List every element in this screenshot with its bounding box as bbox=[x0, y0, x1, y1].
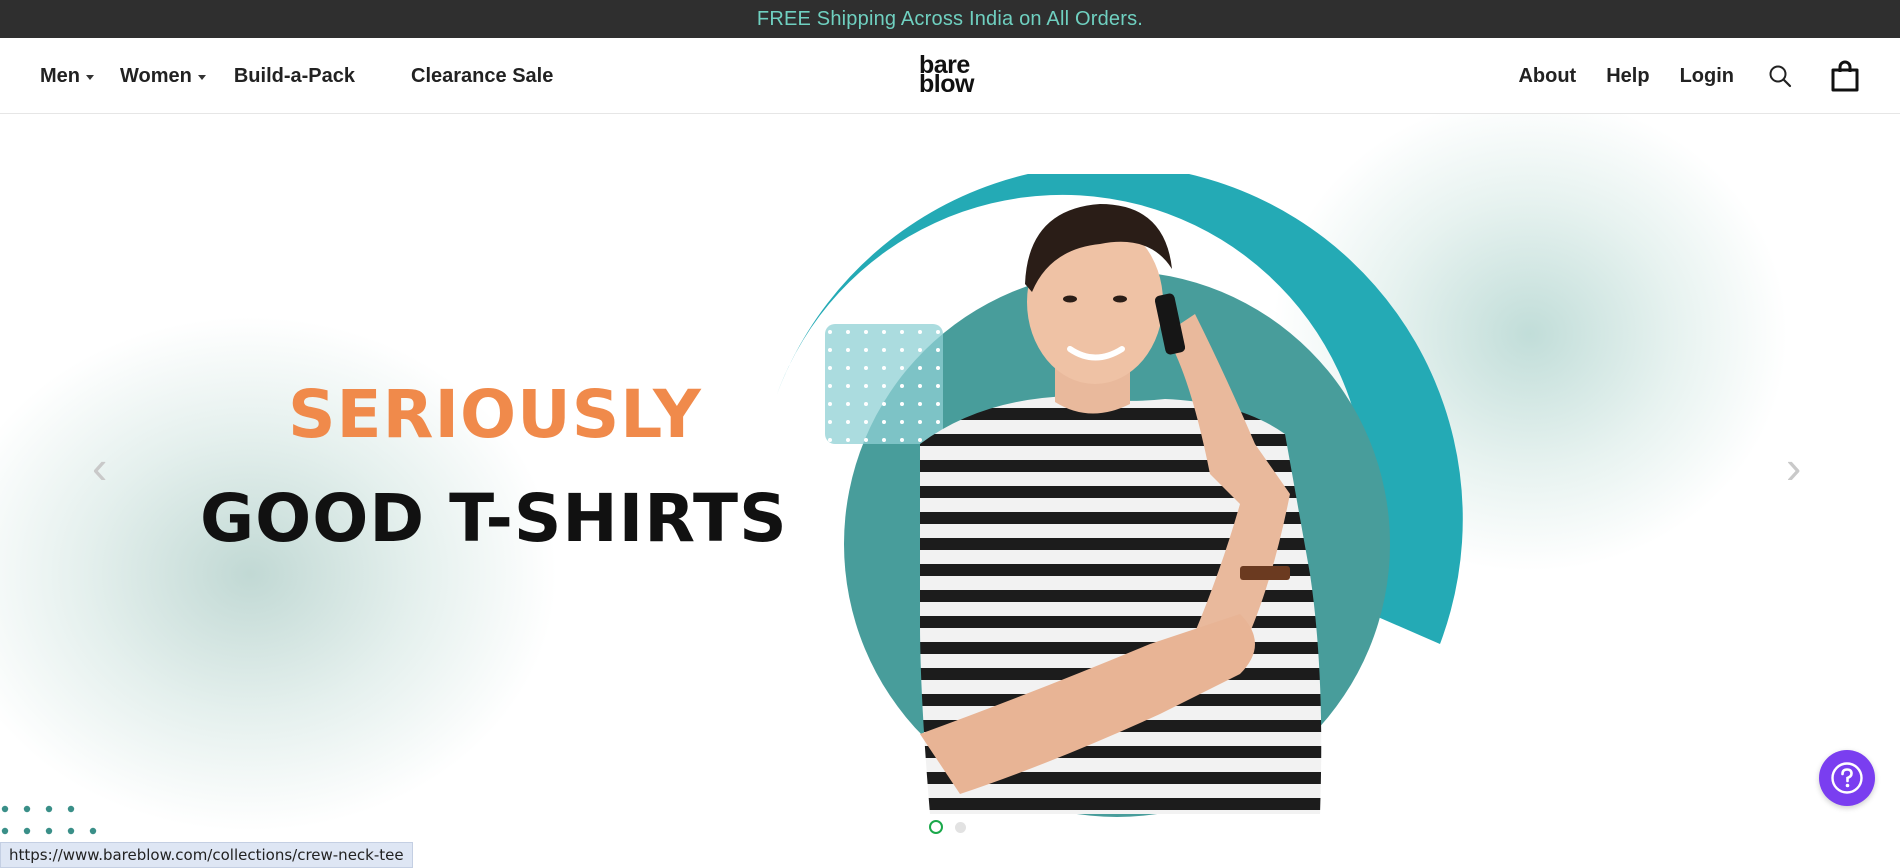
cart-icon[interactable] bbox=[1830, 60, 1860, 92]
hero-slider: SERIOUSLY GOOD T-SHIRTS ‹ › bbox=[0, 114, 1900, 868]
hero-headline-bottom: GOOD T-SHIRTS bbox=[200, 480, 788, 557]
nav-women-label: Women bbox=[120, 64, 192, 87]
nav-login-label: Login bbox=[1679, 64, 1734, 87]
secondary-nav: About Help Login bbox=[1518, 38, 1860, 114]
hero-headline-top: SERIOUSLY bbox=[288, 376, 702, 453]
chevron-down-icon bbox=[86, 74, 94, 80]
slider-prev-arrow[interactable]: ‹ bbox=[92, 444, 107, 490]
nav-clearance-sale-label: Clearance Sale bbox=[411, 64, 554, 87]
logo-line2: blow bbox=[919, 70, 974, 98]
chevron-down-icon bbox=[197, 74, 206, 80]
announcement-bar: FREE Shipping Across India on All Orders… bbox=[0, 0, 1900, 38]
primary-nav: Men Women Build-a-Pack Clearance Sale bbox=[40, 38, 553, 114]
nav-help-label: Help bbox=[1606, 64, 1650, 87]
nav-about-label: About bbox=[1518, 64, 1577, 87]
decorative-dot-grid bbox=[1, 805, 97, 835]
slider-dots bbox=[929, 820, 978, 834]
nav-help[interactable]: Help bbox=[1606, 65, 1649, 88]
site-header: Men Women Build-a-Pack Clearance Sale ba… bbox=[0, 38, 1900, 114]
nav-women[interactable]: Women bbox=[120, 65, 206, 88]
nav-men-label: Men bbox=[40, 64, 80, 87]
nav-clearance-sale[interactable]: Clearance Sale bbox=[411, 65, 553, 88]
brand-logo[interactable]: bare blow bbox=[919, 53, 985, 98]
slider-next-arrow[interactable]: › bbox=[1786, 444, 1801, 490]
nav-build-a-pack-label: Build-a-Pack bbox=[233, 64, 356, 87]
nav-login[interactable]: Login bbox=[1680, 65, 1734, 88]
slider-dot-2[interactable] bbox=[955, 821, 966, 833]
search-icon[interactable] bbox=[1768, 64, 1792, 88]
browser-status-url: https://www.bareblow.com/collections/cre… bbox=[0, 842, 413, 868]
slider-dot-1[interactable] bbox=[929, 820, 943, 834]
hero-image bbox=[777, 174, 1463, 817]
nav-build-a-pack[interactable]: Build-a-Pack bbox=[234, 65, 355, 88]
question-icon bbox=[1831, 762, 1863, 794]
help-chat-button[interactable] bbox=[1819, 750, 1875, 806]
nav-men[interactable]: Men bbox=[40, 65, 94, 88]
announcement-text: FREE Shipping Across India on All Orders… bbox=[756, 7, 1144, 30]
nav-about[interactable]: About bbox=[1518, 65, 1576, 88]
